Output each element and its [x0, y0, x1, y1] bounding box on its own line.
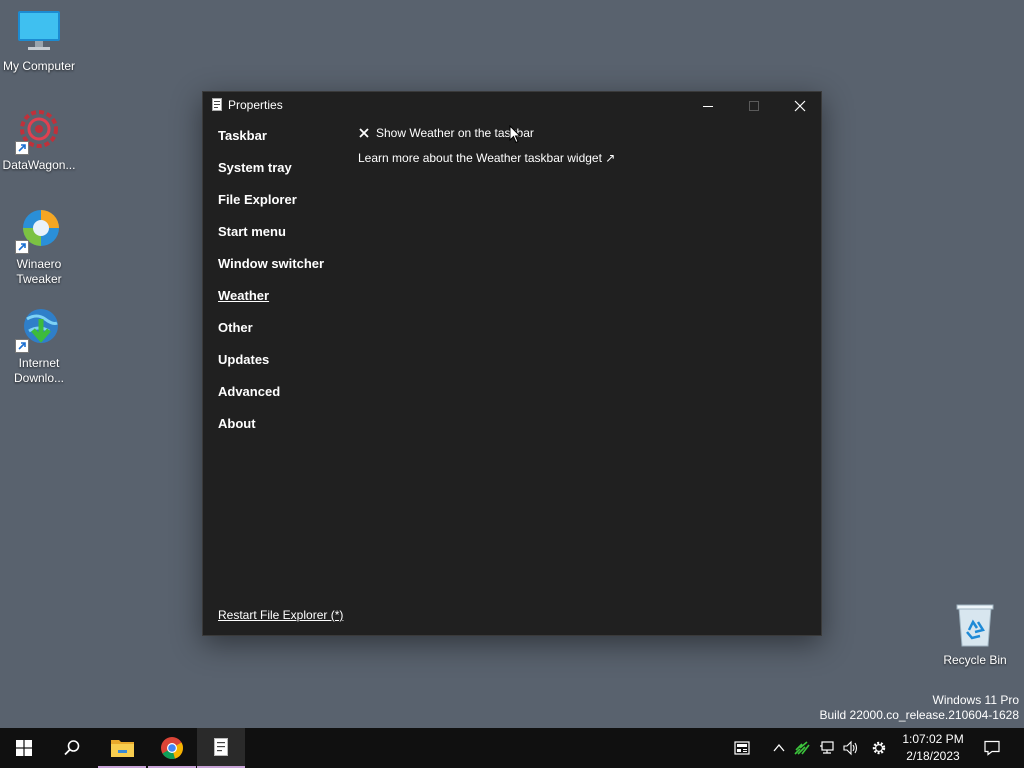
network-tray-icon[interactable]: [815, 728, 839, 768]
taskbar: 1:07:02 PM 2/18/2023: [0, 728, 1024, 768]
nav-item-window-switcher[interactable]: Window switcher: [218, 256, 358, 288]
maximize-button[interactable]: [731, 92, 777, 120]
learn-more-weather-link[interactable]: Learn more about the Weather taskbar wid…: [358, 151, 615, 165]
nav-item-about[interactable]: About: [218, 416, 358, 448]
clock-date: 2/18/2023: [906, 749, 960, 763]
notification-icon: [984, 740, 1000, 756]
nav-item-other[interactable]: Other: [218, 320, 358, 352]
nav-item-weather[interactable]: Weather: [218, 288, 358, 320]
shortcut-arrow-icon: [15, 240, 29, 254]
mouse-cursor-icon: [509, 125, 521, 144]
settings-gear-icon: [872, 741, 886, 755]
desktop-icon-recycle-bin[interactable]: Recycle Bin: [935, 602, 1015, 668]
computer-icon: [18, 11, 60, 50]
edition-text: Windows 11 Pro: [932, 693, 1019, 707]
taskbar-app-properties[interactable]: [197, 728, 245, 768]
document-icon: [212, 98, 222, 111]
document-icon: [214, 738, 228, 756]
notifications-button[interactable]: [980, 728, 1004, 768]
network-activity-icon: [794, 741, 810, 755]
news-button[interactable]: [730, 728, 754, 768]
taskbar-clock[interactable]: 1:07:02 PM 2/18/2023: [895, 731, 971, 765]
shortcut-arrow-icon: [15, 141, 29, 155]
chrome-icon: [161, 737, 183, 760]
x-icon: [359, 128, 369, 138]
desktop-icon-winaero-tweaker[interactable]: Winaero Tweaker: [0, 206, 79, 287]
search-button[interactable]: [48, 728, 96, 768]
desktop-icon-my-computer[interactable]: My Computer: [0, 8, 79, 74]
build-text: Build 22000.co_release.210604-1628: [819, 708, 1020, 722]
windows-logo-icon: [16, 740, 32, 756]
volume-icon: [843, 740, 858, 756]
settings-nav: Taskbar System tray File Explorer Start …: [218, 128, 358, 448]
maximize-icon: [749, 101, 759, 111]
minimize-button[interactable]: [685, 92, 731, 120]
desktop-icon-label: Recycle Bin: [943, 653, 1007, 667]
window-title: Properties: [228, 98, 283, 112]
desktop-icon-internet-download[interactable]: Internet Downlo...: [0, 305, 79, 386]
network-activity-tray-icon[interactable]: [790, 728, 814, 768]
show-weather-option[interactable]: Show Weather on the taskbar: [358, 125, 615, 141]
nav-item-start-menu[interactable]: Start menu: [218, 224, 358, 256]
show-hidden-icons-button[interactable]: [767, 728, 791, 768]
title-bar[interactable]: Properties: [203, 92, 821, 120]
network-icon: [820, 741, 834, 754]
desktop-icon-datawagon[interactable]: DataWagon...: [0, 107, 79, 173]
recycle-bin-icon: [956, 604, 994, 647]
desktop-icon-label: DataWagon...: [2, 158, 76, 172]
desktop-icon-label: Winaero Tweaker: [16, 257, 62, 286]
news-icon: [734, 741, 750, 755]
volume-tray-icon[interactable]: [839, 728, 863, 768]
windows-build-watermark: Windows 11 Pro Build 22000.co_release.21…: [820, 693, 1020, 723]
nav-item-file-explorer[interactable]: File Explorer: [218, 192, 358, 224]
desktop-icon-label: Internet Downlo...: [13, 356, 65, 385]
nav-item-updates[interactable]: Updates: [218, 352, 358, 384]
folder-icon: [111, 740, 134, 757]
properties-window: Properties Taskbar System tray File Expl…: [202, 91, 822, 636]
search-icon: [64, 740, 80, 756]
settings-tray-icon[interactable]: [867, 728, 891, 768]
desktop-icon-label: My Computer: [2, 59, 76, 73]
nav-item-taskbar[interactable]: Taskbar: [218, 128, 358, 160]
restart-file-explorer-link[interactable]: Restart File Explorer (*): [218, 608, 343, 622]
close-button[interactable]: [777, 92, 823, 120]
shortcut-arrow-icon: [15, 339, 29, 353]
nav-item-system-tray[interactable]: System tray: [218, 160, 358, 192]
nav-item-advanced[interactable]: Advanced: [218, 384, 358, 416]
weather-settings-panel: Show Weather on the taskbar Learn more a…: [358, 125, 615, 165]
clock-time: 1:07:02 PM: [902, 732, 964, 746]
close-icon: [794, 100, 806, 112]
chevron-up-icon: [773, 743, 785, 752]
minimize-icon: [703, 106, 713, 107]
start-button[interactable]: [0, 728, 48, 768]
taskbar-app-file-explorer[interactable]: [98, 728, 146, 768]
taskbar-app-chrome[interactable]: [148, 728, 196, 768]
